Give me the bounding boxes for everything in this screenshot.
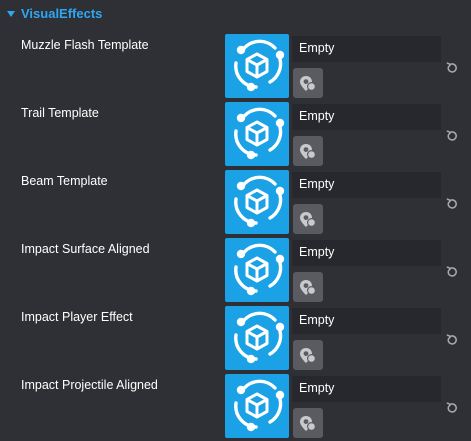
property-label: Impact Player Effect (21, 310, 133, 324)
asset-reference-field[interactable]: Empty (292, 308, 441, 334)
template-asset-icon[interactable] (225, 306, 289, 370)
template-asset-icon[interactable] (225, 170, 289, 234)
property-label: Beam Template (21, 174, 108, 188)
reset-icon[interactable] (445, 333, 459, 347)
property-row: Muzzle Flash Template Empty (0, 34, 471, 98)
property-row: Impact Player Effect Empty (0, 306, 471, 370)
reset-icon[interactable] (445, 197, 459, 211)
property-label: Trail Template (21, 106, 99, 120)
property-row: Impact Surface Aligned Empty (0, 238, 471, 302)
property-label: Muzzle Flash Template (21, 38, 149, 52)
asset-picker-button[interactable] (293, 68, 323, 98)
template-asset-icon[interactable] (225, 34, 289, 98)
property-row: Beam Template Empty (0, 170, 471, 234)
asset-picker-button[interactable] (293, 272, 323, 302)
asset-reference-field[interactable]: Empty (292, 36, 441, 62)
property-row: Impact Projectile Aligned Empty (0, 374, 471, 438)
asset-picker-button[interactable] (293, 408, 323, 438)
asset-picker-button[interactable] (293, 136, 323, 166)
template-asset-icon[interactable] (225, 374, 289, 438)
asset-picker-button[interactable] (293, 204, 323, 234)
reset-icon[interactable] (445, 401, 459, 415)
reset-icon[interactable] (445, 265, 459, 279)
section-title: VisualEffects (21, 6, 103, 21)
property-label: Impact Projectile Aligned (21, 378, 158, 392)
asset-reference-field[interactable]: Empty (292, 104, 441, 130)
template-asset-icon[interactable] (225, 102, 289, 166)
section-header-visual-effects[interactable]: VisualEffects (0, 0, 471, 30)
reset-icon[interactable] (445, 129, 459, 143)
asset-reference-field[interactable]: Empty (292, 240, 441, 266)
property-label: Impact Surface Aligned (21, 242, 150, 256)
caret-down-icon[interactable] (7, 11, 15, 17)
asset-reference-field[interactable]: Empty (292, 172, 441, 198)
template-asset-icon[interactable] (225, 238, 289, 302)
asset-reference-field[interactable]: Empty (292, 376, 441, 402)
reset-icon[interactable] (445, 61, 459, 75)
asset-picker-button[interactable] (293, 340, 323, 370)
property-row: Trail Template Empty (0, 102, 471, 166)
